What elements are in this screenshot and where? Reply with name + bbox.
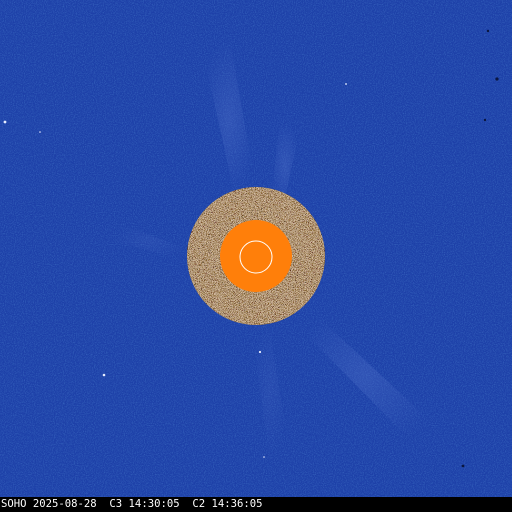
star: [345, 83, 347, 85]
caption-bar: SOHO 2025-08-28 C3 14:30:05 C2 14:36:05: [0, 497, 512, 512]
star: [102, 373, 106, 377]
caption-text: SOHO 2025-08-28 C3 14:30:05 C2 14:36:05: [1, 498, 263, 510]
star: [3, 120, 7, 124]
coronagraph-field: [0, 0, 512, 497]
occulter-disk: [220, 220, 292, 292]
coronagraph-image: SOHO 2025-08-28 C3 14:30:05 C2 14:36:05: [0, 0, 512, 512]
star: [39, 131, 41, 133]
dark-spot: [495, 77, 499, 81]
star: [263, 456, 265, 458]
star: [258, 350, 262, 354]
dark-spot: [461, 464, 465, 468]
dark-spot: [486, 29, 490, 33]
dark-spot: [483, 118, 487, 122]
